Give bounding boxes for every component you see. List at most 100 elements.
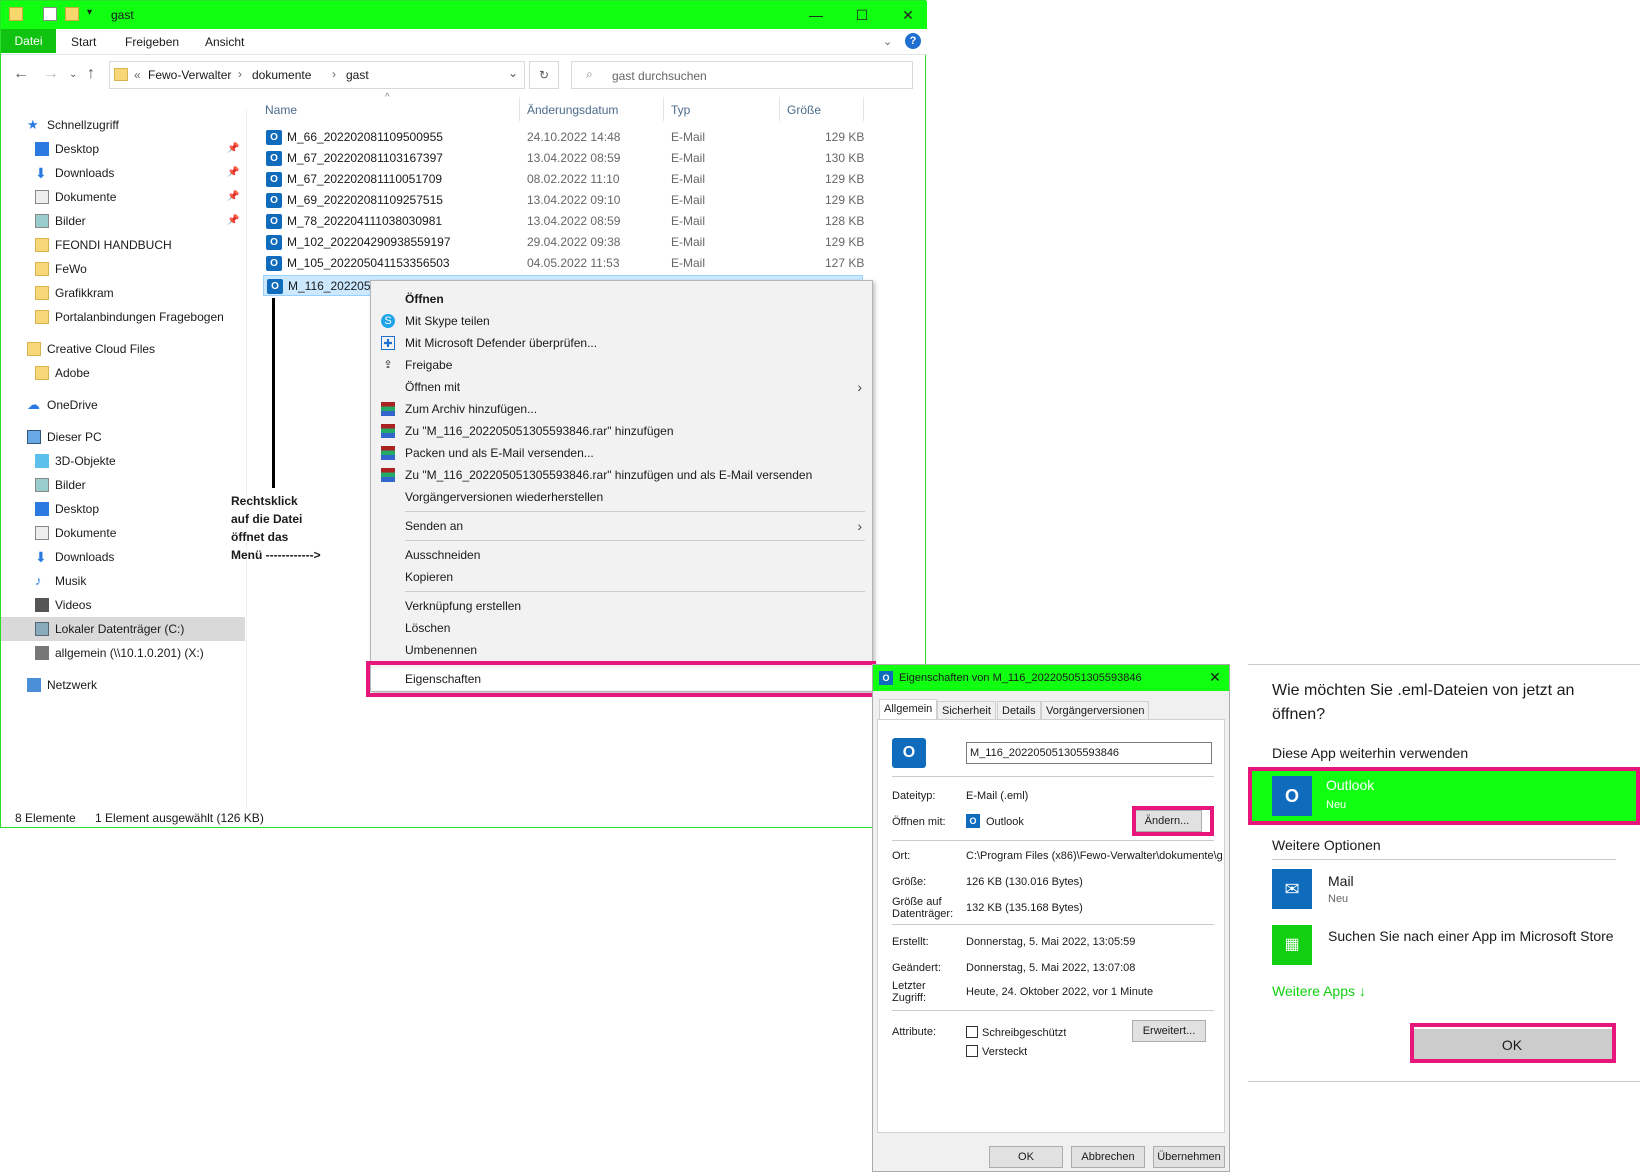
breadcrumb-overflow[interactable]: « <box>134 68 141 82</box>
menu-item-oeffnen[interactable]: Öffnen <box>371 288 872 310</box>
close-icon[interactable]: ✕ <box>1209 669 1221 686</box>
hidden-checkbox[interactable] <box>966 1045 978 1057</box>
sidebar-item-downloads-pc[interactable]: ⬇ Downloads <box>35 545 114 569</box>
forward-arrow-icon[interactable]: → <box>43 65 59 83</box>
sidebar-item-onedrive[interactable]: ☁ OneDrive <box>27 393 98 417</box>
sidebar-item-bilder[interactable]: Bilder <box>35 209 86 233</box>
sidebar-item-bilder-pc[interactable]: Bilder <box>35 473 86 497</box>
sidebar-item-3d-objekte[interactable]: 3D-Objekte <box>35 449 116 473</box>
menu-item-ausschneiden[interactable]: Ausschneiden <box>371 544 872 566</box>
file-row[interactable]: O M_69_202202081109257515 13.04.2022 09:10… <box>263 190 864 211</box>
menu-item-skype[interactable]: S Mit Skype teilen <box>371 310 872 332</box>
up-arrow-icon[interactable]: ↑ <box>87 65 95 83</box>
quick-access-dropdown-icon[interactable]: ▾ <box>87 7 92 18</box>
close-button[interactable]: ✕ <box>885 1 931 29</box>
app-option-store[interactable]: ▦ Suchen Sie nach einer App im Microsoft… <box>1248 921 1640 971</box>
readonly-checkbox[interactable] <box>966 1026 978 1038</box>
file-row[interactable]: O M_102_202204290938559197 29.04.2022 09:3… <box>263 232 864 253</box>
tab-allgemein[interactable]: Allgemein <box>879 699 938 719</box>
minimize-button[interactable]: — <box>793 1 839 29</box>
menu-item-rar-add[interactable]: Zu "M_116_202205051305593846.rar" hinzuf… <box>371 420 872 442</box>
help-icon[interactable]: ? <box>905 33 921 49</box>
refresh-icon[interactable]: ↻ <box>529 61 559 89</box>
tab-details[interactable]: Details <box>997 701 1041 719</box>
file-row[interactable]: O M_78_202204111038030981 13.04.2022 08:59… <box>263 211 864 232</box>
sidebar-item-grafikkram[interactable]: Grafikkram <box>35 281 114 305</box>
column-divider[interactable] <box>779 97 780 121</box>
recent-dropdown-icon[interactable]: ⌄ <box>69 69 77 80</box>
column-divider[interactable] <box>519 97 520 121</box>
column-type[interactable]: Typ <box>671 103 690 117</box>
more-apps-link[interactable]: Weitere Apps ↓ <box>1272 983 1366 999</box>
tab-vorgaengerversionen[interactable]: Vorgängerversionen <box>1041 701 1150 719</box>
breadcrumb-separator[interactable]: › <box>332 67 336 81</box>
sidebar-item-dieser-pc[interactable]: Dieser PC <box>27 425 102 449</box>
sidebar-item-feondi[interactable]: FEONDI HANDBUCH <box>35 233 172 257</box>
breadcrumb-dokumente[interactable]: dokumente <box>252 68 311 82</box>
menu-item-rar-mail[interactable]: Zu "M_116_202205051305593846.rar" hinzuf… <box>371 464 872 486</box>
new-folder-icon[interactable] <box>65 7 79 21</box>
sidebar-item-downloads[interactable]: ⬇ Downloads <box>35 161 114 185</box>
back-arrow-icon[interactable]: ← <box>13 65 29 83</box>
file-row[interactable]: O M_67_202202081110051709 08.02.2022 11:10… <box>263 169 864 190</box>
filename-field[interactable]: M_116_202205051305593846 <box>966 742 1212 764</box>
file-row[interactable]: O M_67_202202081103167397 13.04.2022 08:59… <box>263 148 864 169</box>
menu-item-senden-an[interactable]: Senden an › <box>371 515 872 537</box>
menu-item-pack-mail[interactable]: Packen und als E-Mail versenden... <box>371 442 872 464</box>
menu-item-verknuepfung[interactable]: Verknüpfung erstellen <box>371 595 872 617</box>
tab-start[interactable]: Start <box>71 35 96 49</box>
tab-datei[interactable]: Datei <box>1 29 56 53</box>
sidebar-item-dokumente[interactable]: Dokumente <box>35 185 116 209</box>
breadcrumb-gast[interactable]: gast <box>346 68 369 82</box>
column-size[interactable]: Größe <box>787 103 821 117</box>
column-date[interactable]: Änderungsdatum <box>527 103 618 117</box>
app-option-mail[interactable]: ✉ Mail Neu <box>1248 865 1640 915</box>
sidebar-item-lokaler-datentraeger[interactable]: Lokaler Datenträger (C:) <box>1 617 245 641</box>
tab-sicherheit[interactable]: Sicherheit <box>937 701 996 719</box>
address-bar[interactable]: « Fewo-Verwalter › dokumente › gast ⌄ <box>109 61 525 89</box>
pin-icon[interactable]: 📌 <box>227 215 239 226</box>
menu-item-kopieren[interactable]: Kopieren <box>371 566 872 588</box>
menu-item-vorgaengerversionen[interactable]: Vorgängerversionen wiederherstellen <box>371 486 872 508</box>
sidebar-item-desktop[interactable]: Desktop <box>35 137 99 161</box>
menu-item-archiv[interactable]: Zum Archiv hinzufügen... <box>371 398 872 420</box>
ok-button[interactable]: OK <box>989 1146 1063 1168</box>
pin-icon[interactable]: 📌 <box>227 143 239 154</box>
column-name[interactable]: Name <box>265 103 297 117</box>
tab-ansicht[interactable]: Ansicht <box>205 35 244 49</box>
tab-freigeben[interactable]: Freigeben <box>125 35 179 49</box>
sidebar-item-fewo[interactable]: FeWo <box>35 257 87 281</box>
sidebar-item-desktop-pc[interactable]: Desktop <box>35 497 99 521</box>
properties-icon[interactable] <box>43 7 57 21</box>
pin-icon[interactable]: 📌 <box>227 167 239 178</box>
sidebar-item-netzwerk[interactable]: Netzwerk <box>27 673 97 697</box>
sidebar-item-musik[interactable]: ♪ Musik <box>35 569 86 593</box>
sidebar-item-schnellzugriff[interactable]: ★ Schnellzugriff <box>27 113 119 137</box>
file-row[interactable]: O M_105_202205041153356503 04.05.2022 11:5… <box>263 253 864 274</box>
menu-item-loeschen[interactable]: Löschen <box>371 617 872 639</box>
column-divider[interactable] <box>863 97 864 121</box>
ribbon-expand-icon[interactable]: ⌄ <box>883 35 892 48</box>
breadcrumb-separator[interactable]: › <box>238 67 242 81</box>
menu-item-defender[interactable]: ✚ Mit Microsoft Defender überprüfen... <box>371 332 872 354</box>
sidebar-item-creative-cloud[interactable]: Creative Cloud Files <box>27 337 155 361</box>
column-divider[interactable] <box>663 97 664 121</box>
chevron-down-icon[interactable]: ⌄ <box>508 66 518 80</box>
search-input[interactable]: ⌕ gast durchsuchen <box>571 61 913 89</box>
file-row[interactable]: O M_66_202202081109500955 24.10.2022 14:48… <box>263 127 864 148</box>
sidebar-item-adobe[interactable]: Adobe <box>35 361 90 385</box>
sidebar-item-portalanbindungen[interactable]: Portalanbindungen Fragebogen <box>35 305 224 329</box>
advanced-button[interactable]: Erweitert... <box>1132 1020 1206 1042</box>
sidebar-item-allgemein[interactable]: allgemein (\\10.1.0.201) (X:) <box>35 641 204 665</box>
cancel-button[interactable]: Abbrechen <box>1071 1146 1145 1168</box>
label-oeffnen-mit: Öffnen mit: <box>892 816 946 828</box>
menu-item-umbenennen[interactable]: Umbenennen <box>371 639 872 661</box>
menu-item-freigabe[interactable]: ⇪ Freigabe <box>371 354 872 376</box>
sidebar-item-dokumente-pc[interactable]: Dokumente <box>35 521 116 545</box>
apply-button[interactable]: Übernehmen <box>1153 1146 1225 1168</box>
pin-icon[interactable]: 📌 <box>227 191 239 202</box>
sidebar-item-videos[interactable]: Videos <box>35 593 91 617</box>
breadcrumb-fewo-verwalter[interactable]: Fewo-Verwalter <box>148 68 231 82</box>
menu-item-oeffnen-mit[interactable]: Öffnen mit › <box>371 376 872 398</box>
maximize-button[interactable]: ☐ <box>839 1 885 29</box>
